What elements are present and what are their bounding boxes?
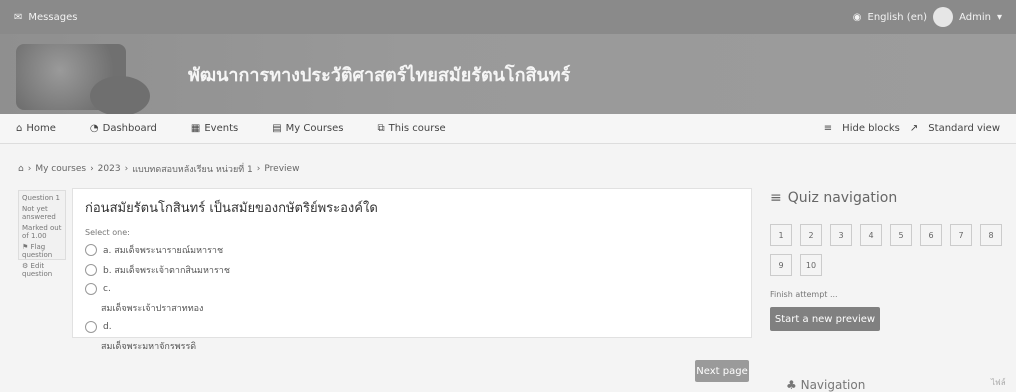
language-label[interactable]: English (en) (868, 12, 928, 23)
avatar[interactable] (933, 7, 954, 27)
question-cell[interactable]: 2 (800, 224, 822, 246)
top-bar: ✉ Messages ◉ English (en) Admin ▾ (0, 0, 1016, 34)
question-text: ก่อนสมัยรัตนโกสินทร์ เป็นสมัยของกษัตริย์… (85, 201, 378, 216)
corner-label: ไฟล์ (991, 378, 1006, 387)
question-cell[interactable]: 3 (830, 224, 852, 246)
courses-icon: ▤ (272, 123, 282, 134)
nav-this-course[interactable]: ⧉ This course (378, 123, 446, 134)
nav-dashboard[interactable]: ◔ Dashboard (90, 123, 157, 134)
gear-icon: ⚙ (22, 262, 29, 270)
question-cell[interactable]: 8 (980, 224, 1002, 246)
course-icon: ⧉ (377, 123, 385, 134)
question-cell[interactable]: 6 (920, 224, 942, 246)
question-cell[interactable]: 1 (770, 224, 792, 246)
flag-question-link[interactable]: ⚑ Flag question (22, 243, 62, 259)
hide-blocks-icon: ≡ (823, 123, 833, 134)
breadcrumb-item[interactable]: 2023 (98, 164, 121, 174)
breadcrumb-item: Preview (264, 164, 300, 174)
answer-option-text: สมเด็จพระเจ้าปราสาททอง (101, 304, 204, 314)
answer-option[interactable]: c. (85, 283, 739, 295)
question-cell[interactable]: 9 (770, 254, 792, 276)
question-cell[interactable]: 4 (860, 224, 882, 246)
course-banner: พัฒนาการทางประวัติศาสตร์ไทยสมัยรัตนโกสิน… (0, 34, 1016, 116)
hide-blocks-button[interactable]: Hide blocks (842, 123, 900, 134)
answer-option[interactable]: d. (85, 321, 739, 333)
answer-option-text: สมเด็จพระมหาจักรพรรดิ (101, 342, 197, 352)
question-status: Not yet answered (22, 205, 56, 221)
mail-icon: ✉ (14, 11, 23, 23)
radio-button[interactable] (85, 244, 97, 256)
flag-icon: ⚑ (22, 243, 29, 251)
nav-events[interactable]: ▦ Events (191, 123, 238, 134)
messages-label: Messages (28, 11, 78, 23)
standard-view-button[interactable]: Standard view (928, 123, 1000, 134)
dashboard-icon[interactable]: ⌂ (18, 164, 24, 174)
question-grid: 1 2 3 4 5 6 7 8 9 10 (770, 224, 1002, 276)
calendar-icon: ▦ (190, 123, 201, 134)
nav-home[interactable]: ⌂ Home (16, 123, 56, 134)
question-number: Question 1 (22, 194, 60, 202)
answer-option[interactable]: a. สมเด็จพระนารายณ์มหาราช (85, 243, 739, 257)
breadcrumb-item[interactable]: My courses (35, 164, 86, 174)
quiz-navigation-title: Quiz navigation (787, 190, 898, 206)
user-menu[interactable]: ◉ English (en) Admin ▾ (853, 7, 1002, 27)
chevron-down-icon: ▾ (996, 11, 1002, 23)
menu-icon: ≡ (770, 190, 782, 206)
quiz-navigation-block: ≡ Quiz navigation 1 2 3 4 5 6 7 8 9 10 Fi… (770, 190, 1002, 360)
resize-icon: ↗ (909, 123, 919, 134)
radio-button[interactable] (85, 321, 97, 333)
start-new-preview-button[interactable]: Start a new preview (770, 307, 880, 331)
breadcrumb: ⌂ › My courses › 2023 › แบบทดสอบหลังเรียน ห… (18, 162, 300, 176)
next-page-button[interactable]: Next page (695, 360, 749, 382)
dashboard-icon: ◔ (89, 123, 99, 134)
question-card: ก่อนสมัยรัตนโกสินทร์ เป็นสมัยของกษัตริย์… (72, 188, 752, 352)
messages-link[interactable]: ✉ Messages (14, 12, 77, 23)
user-name[interactable]: Admin (959, 12, 991, 23)
question-marks: Marked out of 1.00 (22, 224, 62, 240)
radio-button[interactable] (85, 283, 97, 295)
breadcrumb-item[interactable]: แบบทดสอบหลังเรียน หน่วยที่ 1 (132, 162, 253, 176)
select-one-label: Select one: (85, 228, 130, 237)
nav-my-courses[interactable]: ▤ My Courses (272, 123, 343, 134)
course-nav: ⌂ Home ◔ Dashboard ▦ Events ▤ My Courses ⧉ Th… (0, 114, 1016, 144)
question-info: Question 1 Not yet answered Marked out o… (18, 190, 66, 278)
question-cell[interactable]: 10 (800, 254, 822, 276)
finish-attempt-link[interactable]: Finish attempt ... (770, 290, 1002, 299)
course-title: พัฒนาการทางประวัติศาสตร์ไทยสมัยรัตนโกสิน… (188, 65, 571, 86)
question-cell[interactable]: 7 (950, 224, 972, 246)
radio-button[interactable] (85, 264, 97, 276)
home-icon: ⌂ (16, 123, 23, 134)
question-cell[interactable]: 5 (890, 224, 912, 246)
answer-option[interactable]: b. สมเด็จพระเจ้าตากสินมหาราช (85, 263, 739, 277)
course-logo-secondary (90, 76, 150, 116)
globe-icon: ◉ (852, 11, 862, 23)
edit-question-link[interactable]: ⚙ Edit question (22, 262, 62, 278)
